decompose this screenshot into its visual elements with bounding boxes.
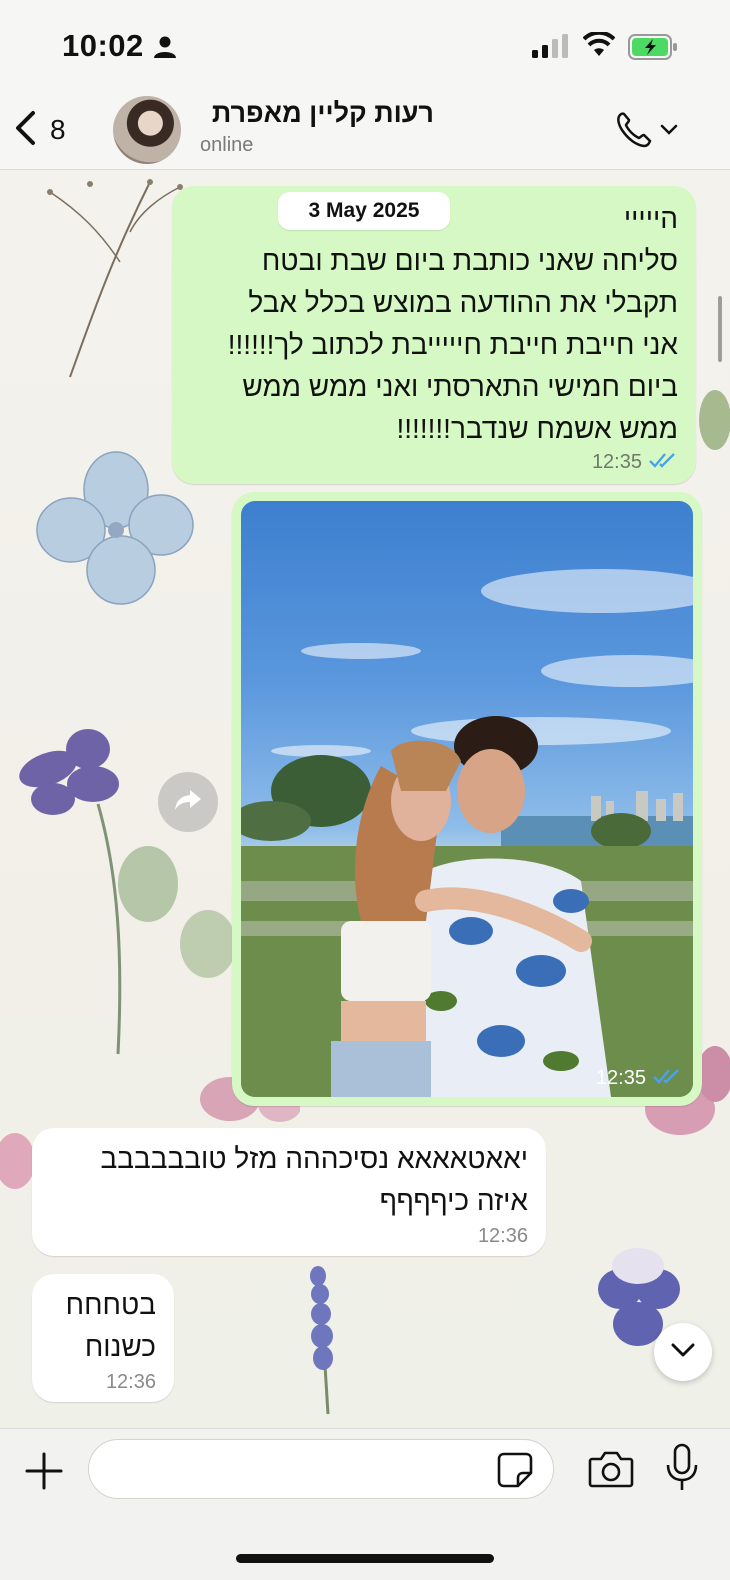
contact-avatar[interactable] bbox=[113, 96, 181, 164]
message-time: 12:36 bbox=[477, 1225, 528, 1247]
sticker-button[interactable] bbox=[496, 1451, 534, 1489]
wallpaper-lavender bbox=[298, 1264, 348, 1424]
double-check-icon bbox=[652, 1067, 682, 1090]
home-indicator[interactable] bbox=[236, 1554, 494, 1563]
unread-count: 8 bbox=[50, 114, 66, 145]
message-text: הייייי סליחה שאני כותבת ביום שבת ובטח תק… bbox=[227, 203, 678, 444]
chevron-down-icon bbox=[671, 1343, 695, 1362]
microphone-icon bbox=[665, 1443, 699, 1497]
scroll-to-bottom-button[interactable] bbox=[654, 1323, 712, 1381]
message-photo[interactable] bbox=[241, 501, 693, 1097]
chat-header: 8 רעות קליין מאפרת online bbox=[0, 90, 730, 170]
message-input[interactable] bbox=[88, 1439, 554, 1499]
message-time: 12:35 bbox=[591, 451, 642, 473]
phone-icon bbox=[614, 112, 686, 154]
message-text: בטחחח כשנוח bbox=[65, 1289, 156, 1362]
double-check-icon bbox=[648, 451, 678, 474]
person-icon bbox=[154, 36, 176, 63]
date-separator: 3 May 2025 bbox=[278, 192, 450, 230]
message-bubble-incoming[interactable]: בטחחח כשנוח 12:36 bbox=[32, 1274, 174, 1402]
chevron-left-icon bbox=[14, 110, 36, 151]
message-bubble-outgoing[interactable]: הייייי סליחה שאני כותבת ביום שבת ובטח תק… bbox=[172, 186, 696, 484]
forward-icon bbox=[174, 788, 202, 817]
attach-button[interactable] bbox=[24, 1451, 64, 1491]
battery-charging-icon bbox=[628, 34, 678, 65]
wallpaper-flower-blue bbox=[36, 450, 196, 610]
contact-name[interactable]: רעות קליין מאפרת bbox=[212, 98, 434, 129]
scroll-indicator[interactable] bbox=[718, 296, 722, 362]
message-time: 12:36 bbox=[105, 1371, 156, 1393]
plus-icon bbox=[24, 1452, 64, 1495]
camera-button[interactable] bbox=[588, 1449, 634, 1489]
message-time: 12:35 bbox=[595, 1067, 646, 1089]
wallpaper-flower-violet bbox=[8, 724, 238, 1064]
forward-button[interactable] bbox=[158, 772, 218, 832]
photo-meta: 12:35 bbox=[596, 1067, 682, 1090]
status-bar: 10:02 bbox=[0, 0, 730, 90]
sticker-icon bbox=[496, 1452, 534, 1493]
back-button[interactable]: 8 bbox=[14, 108, 84, 152]
wifi-icon bbox=[582, 30, 616, 63]
voice-record-button[interactable] bbox=[665, 1443, 699, 1493]
message-text: יאאטאאאא נסיכההה מזל טובבבבבב איזה כיףףף… bbox=[100, 1143, 528, 1216]
message-bubble-incoming[interactable]: יאאטאאאא נסיכההה מזל טובבבבבב איזה כיףףף… bbox=[32, 1128, 546, 1256]
wallpaper-leaf-right bbox=[690, 380, 730, 460]
camera-icon bbox=[588, 1451, 634, 1493]
signal-icon bbox=[532, 34, 570, 63]
message-bubble-photo[interactable]: 12:35 bbox=[232, 492, 702, 1106]
contact-status: online bbox=[200, 134, 254, 156]
status-time: 10:02 bbox=[62, 28, 144, 63]
call-button[interactable] bbox=[614, 110, 686, 150]
message-meta: 12:35 bbox=[592, 451, 678, 474]
